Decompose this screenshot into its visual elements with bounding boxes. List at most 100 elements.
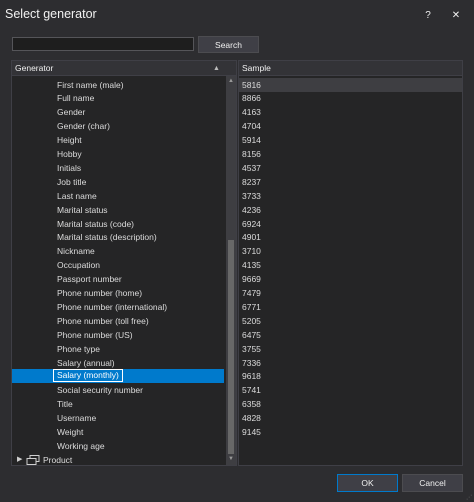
generator-column-header[interactable]: Generator ▲ [12,61,236,76]
table-group-icon [26,454,40,465]
tree-item[interactable]: Height [12,133,224,147]
scrollbar-thumb[interactable] [228,240,234,454]
tree-item-label: First name (male) [57,79,124,90]
sample-row: 5205 [242,315,261,326]
sample-row: 4236 [242,204,261,215]
title-bar: Select generator ? ✕ [0,0,474,30]
sample-row: 5816 [239,77,462,92]
tree-item-label: Title [57,399,73,410]
tree-item[interactable]: Weight [12,425,224,439]
tree-item[interactable]: Full name [12,91,224,105]
tree-group-label: Product [43,454,73,465]
vertical-scrollbar[interactable]: ▲ ▼ [226,76,236,465]
tree-item[interactable]: First name (male) [12,78,224,92]
tree-item[interactable]: Phone number (toll free) [12,314,224,328]
tree-item-label: Occupation [57,260,100,271]
search-input[interactable] [12,37,194,51]
sample-row: 4704 [242,121,261,132]
sample-row: 8156 [242,149,261,159]
tree-item-label: Marital status (code) [57,218,134,229]
tree-item-label: Phone number (home) [57,288,143,298]
sample-row: 4537 [242,162,261,173]
sample-row: 9145 [242,427,261,437]
tree-item[interactable]: Phone number (home) [12,286,224,300]
tree-item-label: Username [57,413,97,424]
sample-row: 9618 [242,371,261,382]
tree-item-label: Marital status (description) [57,232,157,243]
tree-item[interactable]: Initials [12,161,224,175]
tree-item[interactable]: Phone number (international) [12,300,224,314]
tree-item-label: Marital status [57,204,108,215]
sample-row: 7336 [242,357,261,368]
tree-item[interactable]: Phone number (US) [12,328,224,342]
generator-header-label: Generator [15,63,54,73]
tree-item-label: Passport number [57,274,122,285]
help-button[interactable]: ? [415,4,441,26]
tree-item-label: Weight [57,427,84,437]
tree-item[interactable]: Nickname [12,244,224,258]
tree-item[interactable]: Gender [12,105,224,119]
tree-item[interactable]: Hobby [12,147,224,161]
search-button[interactable]: Search [198,36,259,53]
sample-row: 8866 [242,93,261,104]
tree-item[interactable]: Marital status [12,203,224,217]
tree-item-label: Last name [57,190,97,201]
tree-item[interactable]: Passport number [12,272,224,286]
sample-row: 6771 [242,301,261,312]
tree-item[interactable]: Title [12,397,224,411]
generator-tree[interactable]: Generator ▲ First name (male) Full name Ge… [11,60,237,466]
window-title: Select generator [5,7,97,21]
scroll-down-arrow-icon[interactable]: ▼ [226,455,236,464]
tree-item-label: Hobby [57,149,82,159]
ok-button[interactable]: OK [337,474,398,492]
sample-row: 3755 [242,343,261,354]
tree-item[interactable]: Social security number [12,383,224,397]
sample-row: 6358 [242,399,261,410]
sample-list: Sample 5816 8866 4163 4704 5914 8156 4537 8237 3… [238,60,463,466]
tree-item-label: Phone number (toll free) [57,315,149,326]
tree-item-label: Salary (monthly) [53,369,123,383]
expand-arrow-icon[interactable]: ▶ [17,453,22,467]
tree-item[interactable]: Occupation [12,258,224,272]
sample-row: 4901 [242,232,261,243]
tree-item-label: Working age [57,440,105,451]
tree-item[interactable]: Phone type [12,342,224,356]
tree-item[interactable]: Marital status (code) [12,217,224,231]
tree-item-label: Job title [57,176,87,187]
sample-row: 7479 [242,288,261,298]
sample-row: 8237 [242,176,261,187]
sample-row: 6924 [242,218,261,229]
tree-item[interactable]: Working age [12,439,224,453]
sample-column-header: Sample [239,61,462,76]
cancel-button[interactable]: Cancel [402,474,463,492]
tree-item-label: Gender [57,107,86,118]
tree-item[interactable]: Marital status (description) [12,230,224,244]
sort-ascending-icon: ▲ [213,65,220,72]
tree-item[interactable]: Last name [12,189,224,203]
close-button[interactable]: ✕ [443,4,469,26]
sample-row: 4135 [242,260,261,271]
tree-item-label: Initials [57,162,82,173]
tree-item-label: Phone number (US) [57,329,133,340]
sample-row: 3710 [242,246,261,257]
tree-item-label: Social security number [57,385,143,396]
tree-item[interactable]: Salary (annual) [12,356,224,370]
tree-item[interactable]: Username [12,411,224,425]
tree-item[interactable]: Salary (monthly) [12,369,224,384]
sample-row: 3733 [242,190,261,201]
tree-item-label: Salary (annual) [57,357,115,368]
sample-row: 4163 [242,107,261,118]
tree-item-label: Nickname [57,246,95,257]
tree-item-label: Phone type [57,343,101,354]
tree-group-product[interactable]: ▶ Product [12,453,224,467]
sample-row: 9669 [242,274,261,285]
tree-item-label: Phone number (international) [57,301,168,312]
scroll-up-arrow-icon[interactable]: ▲ [226,77,236,86]
tree-item-label: Full name [57,93,95,104]
tree-item[interactable]: Job title [12,175,224,189]
resize-grip-icon[interactable]: ⋰ [466,494,473,501]
tree-item-label: Height [57,135,82,146]
tree-item[interactable]: Gender (char) [12,119,224,133]
sample-row: 5914 [242,135,261,146]
tree-item-label: Gender (char) [57,121,110,132]
